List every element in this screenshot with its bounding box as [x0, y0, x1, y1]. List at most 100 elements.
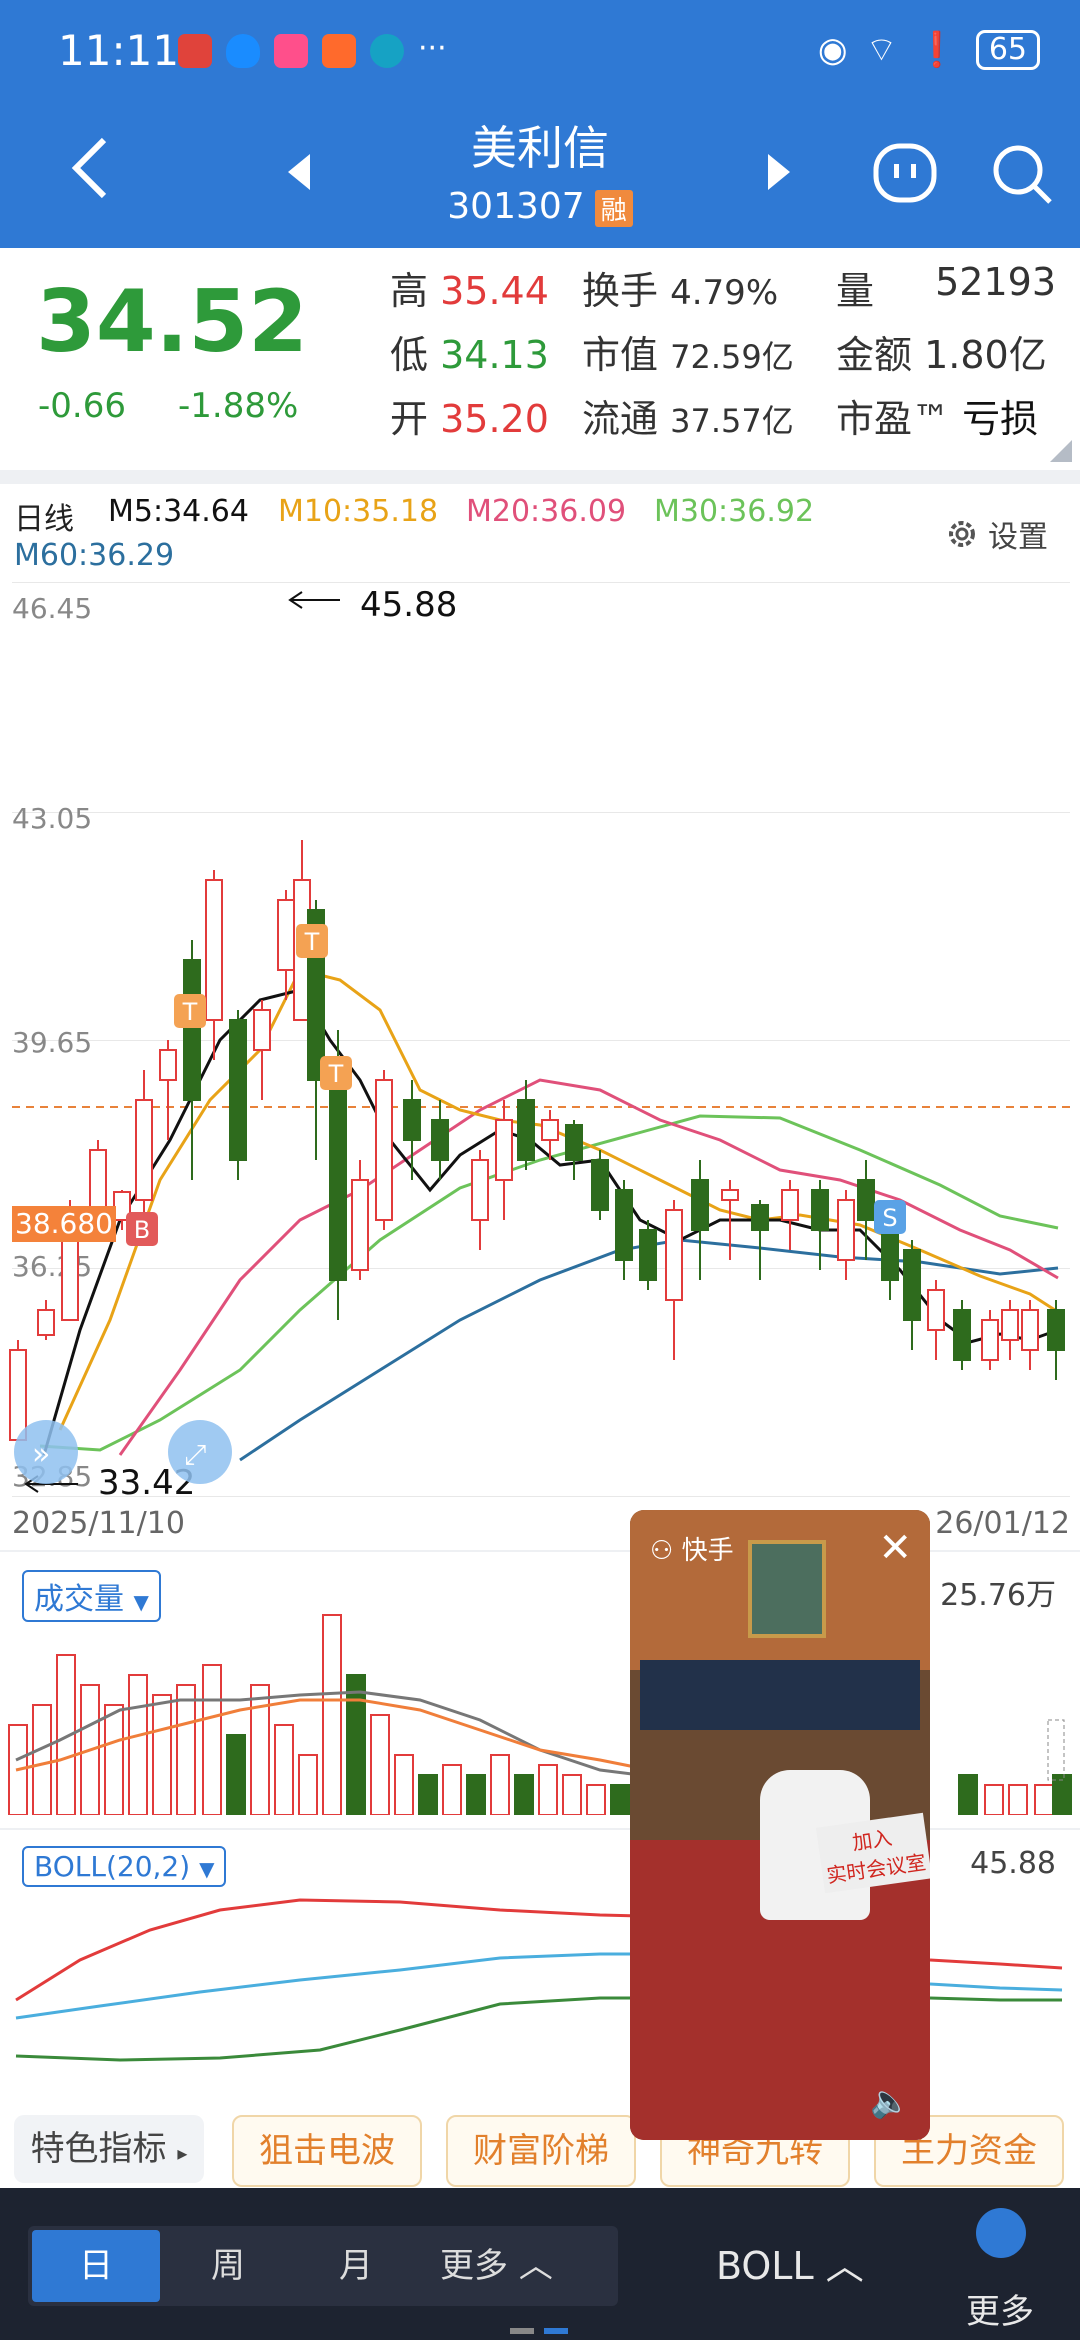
candle-body — [751, 1204, 769, 1231]
double-chevron-icon: » — [32, 1437, 50, 1472]
next-stock-button[interactable] — [766, 152, 792, 196]
period-more-label: 更多 — [440, 2246, 508, 2286]
volume-bar — [32, 1704, 52, 1815]
boll-upper-right — [929, 1958, 1063, 1970]
more-menu-icon[interactable] — [976, 2208, 1026, 2258]
candle-body — [837, 1199, 855, 1261]
feature-indicators-label: 特色指标 — [30, 2129, 167, 2169]
start-date: 2025/11/10 — [12, 1506, 185, 1541]
ma10-label: M10:35.18 — [278, 494, 439, 529]
signal-S[interactable]: S — [874, 1200, 906, 1234]
period-tab-month[interactable]: 月 — [292, 2230, 420, 2302]
candle-body — [277, 899, 295, 971]
prev-stock-button[interactable] — [286, 152, 312, 196]
tab-sniper-wave[interactable]: 狙击电波 — [232, 2115, 422, 2187]
open-value: 35.20 — [440, 397, 549, 441]
volume-bar — [442, 1764, 462, 1815]
candle-body — [403, 1099, 421, 1141]
signal-S-text: S — [882, 1204, 897, 1232]
volume-bar — [514, 1774, 534, 1815]
candle-body — [1047, 1309, 1065, 1351]
app-icon-teal — [370, 34, 404, 68]
indicator-switch-button[interactable]: BOLL ︿ — [716, 2230, 864, 2302]
speaker-icon[interactable]: 🔈 — [870, 2082, 910, 2120]
app-icon-orange — [322, 34, 356, 68]
video-source: ⚇ 快手 — [650, 1530, 734, 1567]
indicator-label: BOLL — [716, 2244, 814, 2288]
volume-bar — [346, 1674, 366, 1815]
period-tab-day[interactable]: 日 — [32, 2230, 160, 2302]
candle-body — [857, 1179, 875, 1221]
period-label[interactable]: 日线 — [14, 494, 74, 538]
volume-bar — [586, 1784, 606, 1815]
pe-value: 亏损 — [962, 397, 1039, 441]
signal-T-1[interactable]: T — [174, 994, 206, 1028]
candle-body — [953, 1309, 971, 1361]
signal-T-3[interactable]: T — [320, 1056, 352, 1090]
search-button[interactable] — [990, 142, 1054, 210]
feature-indicators-button[interactable]: 特色指标 ▸ — [14, 2115, 204, 2183]
volume-bar — [322, 1614, 342, 1815]
volume-bar — [1008, 1784, 1028, 1815]
app-icon-pink — [274, 34, 308, 68]
status-time: 11:11 — [58, 26, 180, 75]
candles — [9, 840, 1065, 1441]
mktcap-label: 市值 — [582, 333, 659, 377]
ma30-label: M30:36.92 — [654, 494, 815, 529]
volume-bar — [418, 1774, 438, 1815]
period-tab-week[interactable]: 周 — [164, 2230, 292, 2302]
candle-body — [471, 1159, 489, 1221]
alert-icon: ❗ — [915, 29, 958, 70]
more-notifications: ··· — [418, 31, 447, 66]
status-right: ◉ ⌔ ❗ 65 — [818, 28, 1040, 71]
ma5-label: M5:34.64 — [108, 494, 249, 529]
high-mark-text: 45.88 — [360, 585, 457, 625]
candle-body — [665, 1209, 683, 1301]
volume-stat: 量 — [836, 260, 874, 315]
back-button[interactable] — [70, 136, 110, 204]
stock-name: 美利信 — [471, 121, 609, 175]
pe-label: 市盈™ — [836, 397, 951, 441]
volume-bar — [104, 1704, 124, 1815]
bottom-toolbar: 日 周 月 更多 ︿ BOLL ︿ 更多 — [0, 2188, 1080, 2340]
triangle-right-icon: ▸ — [177, 2141, 188, 2165]
current-price-tag: 38.680 — [12, 1206, 116, 1242]
candle-body — [1021, 1309, 1039, 1351]
candle-body — [981, 1319, 999, 1361]
candle-body — [639, 1229, 657, 1281]
candle-body — [903, 1249, 921, 1321]
volume-bar — [298, 1754, 318, 1815]
volume-bar — [538, 1764, 558, 1815]
expand-arrows-icon: ⤢ — [184, 1438, 206, 1471]
volume-bar — [466, 1774, 486, 1815]
candle-body — [495, 1119, 513, 1181]
shield-app-icon — [226, 34, 260, 68]
volume-bar — [274, 1724, 294, 1815]
kline-chart[interactable]: T T T B S 45.88 33.42 » ⤢ — [0, 580, 1080, 1500]
candle-body — [159, 1049, 177, 1081]
signal-T-2[interactable]: T — [296, 924, 328, 958]
low-label: 低 — [390, 333, 429, 377]
candle-body — [253, 1009, 271, 1051]
battery-indicator: 65 — [975, 29, 1040, 70]
tab-wealth-ladder[interactable]: 财富阶梯 — [446, 2115, 636, 2187]
floating-video-player[interactable]: ⚇ 快手 ✕ 加入 实时会议室 🔈 — [630, 1510, 930, 2140]
settings-button[interactable]: 设置 — [944, 512, 1048, 556]
amount-stat: 金额 1.80亿 — [836, 324, 1047, 379]
more-menu-label[interactable]: 更多 — [966, 2284, 1034, 2333]
high-label: 高 — [390, 269, 429, 313]
volume-label: 量 — [836, 269, 875, 313]
signal-B[interactable]: B — [126, 1212, 158, 1246]
signal-T-text: T — [182, 998, 198, 1026]
close-video-button[interactable]: ✕ — [878, 1528, 912, 1568]
candle-body — [329, 1059, 347, 1281]
volume-bar — [1034, 1784, 1054, 1815]
chevron-left-icon — [71, 137, 107, 199]
robot-button[interactable] — [872, 140, 938, 210]
open-label: 开 — [390, 397, 429, 441]
candle-body — [591, 1159, 609, 1211]
quote-panel: 34.52 -0.66 -1.88% 高 35.44 低 34.13 开 35.… — [0, 248, 1080, 470]
period-tab-more[interactable]: 更多 ︿ — [440, 2230, 610, 2302]
mktcap-stat: 市值 72.59亿 — [582, 324, 794, 379]
expand-corner-icon[interactable] — [1050, 440, 1072, 462]
